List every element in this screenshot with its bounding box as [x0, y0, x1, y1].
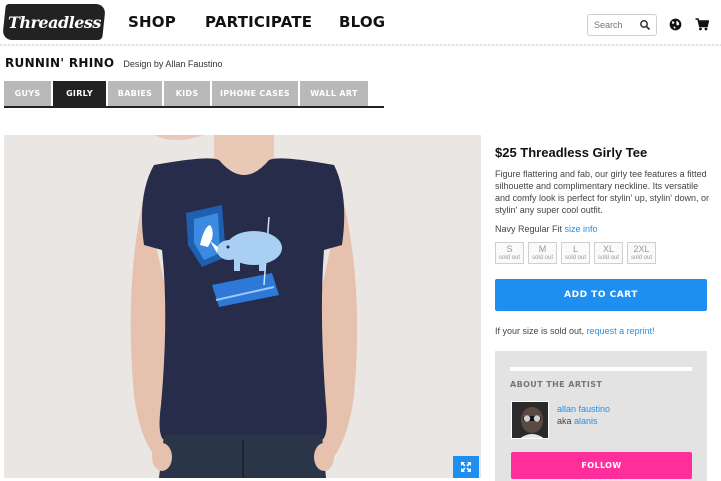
- header-divider: [0, 44, 721, 46]
- tab-guys[interactable]: GUYS: [4, 81, 51, 106]
- size-option-2xl[interactable]: 2XL sold out: [627, 242, 656, 264]
- product-description: Figure flattering and fab, our girly tee…: [495, 169, 710, 215]
- nav-participate[interactable]: PARTICIPATE: [205, 13, 325, 31]
- artist-aka: aka alanis: [557, 416, 598, 426]
- tab-iphone-cases[interactable]: IPHONE CASES: [212, 81, 298, 106]
- request-reprint-link[interactable]: request a reprint!: [587, 326, 655, 336]
- designer-credit: Design by Allan Faustino: [123, 59, 223, 69]
- about-artist-heading: ABOUT THE ARTIST: [510, 380, 603, 389]
- globe-icon[interactable]: [669, 18, 682, 31]
- size-option-s[interactable]: S sold out: [495, 242, 524, 264]
- product-price-title: $25 Threadless Girly Tee: [495, 145, 648, 160]
- artist-avatar[interactable]: [511, 401, 549, 439]
- nav-blog[interactable]: BLOG: [339, 13, 399, 31]
- size-info-link[interactable]: size info: [565, 224, 598, 234]
- tabs-underline: [4, 106, 384, 108]
- product-info: $25 Threadless Girly Tee Figure flatteri…: [495, 145, 711, 216]
- avatar-portrait: [512, 402, 548, 438]
- search-input[interactable]: [594, 18, 638, 32]
- reprint-note: If your size is sold out, request a repr…: [495, 326, 655, 336]
- size-option-l[interactable]: L sold out: [561, 242, 590, 264]
- tab-babies[interactable]: BABIES: [108, 81, 162, 106]
- tab-girly[interactable]: GIRLY: [53, 81, 106, 106]
- cart-icon[interactable]: [695, 18, 709, 31]
- artist-name-link[interactable]: allan faustino: [557, 404, 610, 414]
- artist-alias-link[interactable]: alanis: [574, 416, 598, 426]
- fit-label: Navy Regular Fit: [495, 224, 563, 234]
- site-header: Threadless SHOP PARTICIPATE BLOG: [0, 0, 721, 46]
- fit-info: Navy Regular Fit size info: [495, 224, 598, 234]
- about-artist-panel: ABOUT THE ARTIST allan faustino aka alan…: [495, 351, 707, 481]
- tab-wall-art[interactable]: WALL ART: [300, 81, 368, 106]
- product-image[interactable]: [4, 135, 481, 478]
- follow-button[interactable]: FOLLOW: [511, 452, 692, 479]
- model-in-tee-illustration: [130, 135, 358, 478]
- tab-kids[interactable]: KIDS: [164, 81, 210, 106]
- nav-shop[interactable]: SHOP: [128, 13, 188, 31]
- search-box: [587, 14, 657, 36]
- expand-icon: [461, 462, 471, 472]
- add-to-cart-button[interactable]: ADD TO CART: [495, 279, 707, 311]
- size-option-m[interactable]: M sold out: [528, 242, 557, 264]
- reprint-prefix: If your size is sold out,: [495, 326, 585, 336]
- product-tabs: GUYS GIRLY BABIES KIDS IPHONE CASES WALL…: [4, 81, 370, 108]
- design-title-row: RUNNIN' RHINO Design by Allan Faustino: [5, 56, 222, 70]
- threadless-logo[interactable]: Threadless: [2, 4, 106, 40]
- artist-panel-divider: [510, 367, 692, 371]
- design-title: RUNNIN' RHINO: [5, 56, 115, 70]
- artist-aka-prefix: aka: [557, 416, 572, 426]
- size-option-xl[interactable]: XL sold out: [594, 242, 623, 264]
- search-icon[interactable]: [639, 19, 651, 31]
- size-selector: S sold out M sold out L sold out XL sold…: [495, 242, 660, 264]
- expand-image-button[interactable]: [453, 456, 479, 478]
